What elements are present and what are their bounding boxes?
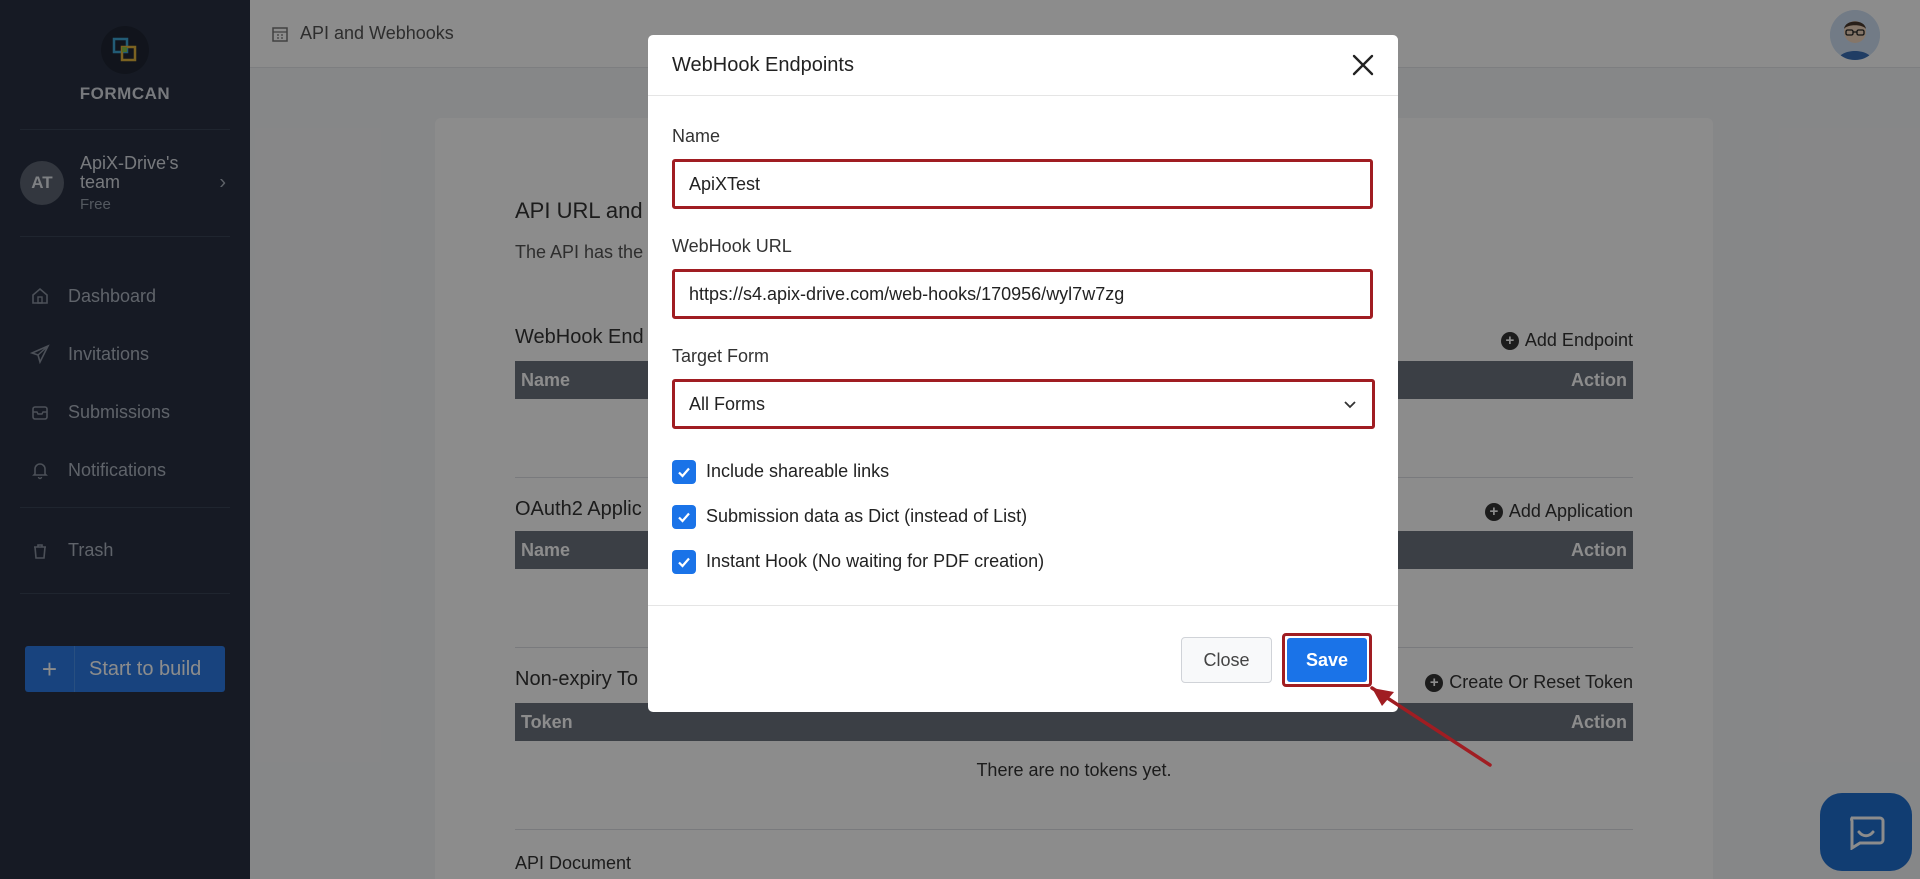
name-label: Name [672, 126, 721, 146]
webhook-url-input[interactable]: https://s4.apix-drive.com/web-hooks/1709… [672, 269, 1373, 319]
instant-hook-checkbox[interactable]: Instant Hook (No waiting for PDF creatio… [672, 539, 1374, 584]
webhook-endpoints-modal: WebHook Endpoints Name ApiXTest WebHook … [648, 35, 1398, 712]
target-form-select[interactable]: All Forms [672, 379, 1375, 429]
modal-footer: Close Save [648, 605, 1398, 712]
save-highlight: Save [1282, 633, 1372, 687]
save-button[interactable]: Save [1287, 638, 1367, 682]
close-icon[interactable] [1350, 52, 1376, 78]
target-form-value: All Forms [689, 393, 765, 414]
close-button[interactable]: Close [1181, 637, 1272, 683]
checkbox-label: Instant Hook (No waiting for PDF creatio… [706, 551, 1045, 571]
checkbox-label: Include shareable links [706, 461, 890, 481]
annotation-arrow-icon [1370, 686, 1492, 767]
checkbox-label: Submission data as Dict (instead of List… [706, 506, 1028, 526]
checkmark-icon [672, 504, 696, 529]
chevron-down-icon [1344, 401, 1356, 409]
checkmark-icon [672, 549, 696, 574]
include-shareable-links-checkbox[interactable]: Include shareable links [672, 449, 1374, 494]
checkmark-icon [672, 459, 696, 484]
modal-header: WebHook Endpoints [648, 35, 1398, 96]
submission-dict-checkbox[interactable]: Submission data as Dict (instead of List… [672, 494, 1374, 539]
modal-title: WebHook Endpoints [672, 53, 854, 76]
webhook-url-label: WebHook URL [672, 236, 792, 256]
target-form-label: Target Form [672, 346, 770, 366]
name-input[interactable]: ApiXTest [672, 159, 1373, 209]
